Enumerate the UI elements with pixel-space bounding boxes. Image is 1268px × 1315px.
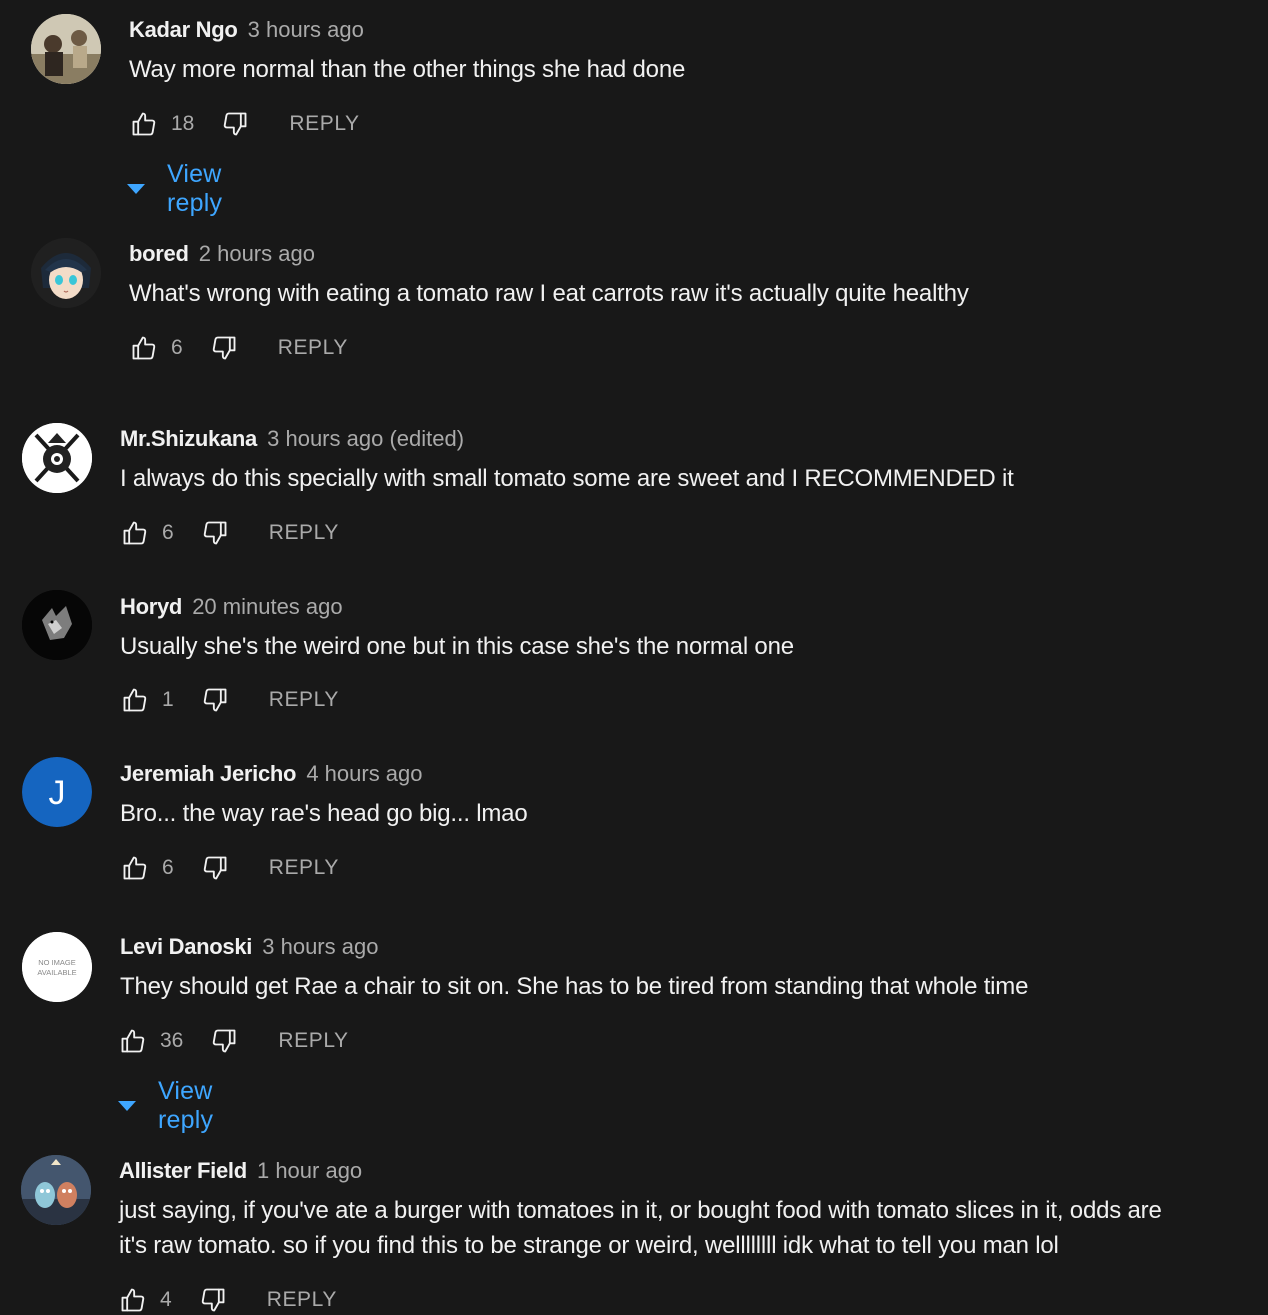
reply-button[interactable]: REPLY [289, 112, 359, 136]
like-button[interactable] [118, 1026, 148, 1056]
avatar[interactable] [21, 1155, 91, 1225]
thumbs-down-icon [213, 1029, 236, 1053]
comment-actions: 36 REPLY [118, 1026, 349, 1056]
dislike-button[interactable] [198, 1285, 228, 1315]
like-count: 6 [171, 336, 183, 359]
comment-timestamp[interactable]: 3 hours ago [267, 426, 383, 451]
thumbs-up-icon [123, 521, 147, 545]
reply-button[interactable]: REPLY [269, 521, 339, 545]
comment-actions: 1 REPLY [120, 685, 339, 715]
like-count: 1 [162, 688, 174, 711]
thumbs-up-icon [121, 1029, 145, 1053]
comment-text: Bro... the way rae's head go big... lmao [120, 800, 528, 827]
comment-actions: 6 REPLY [120, 518, 339, 548]
dislike-button[interactable] [209, 333, 239, 363]
avatar[interactable] [31, 14, 101, 84]
like-button[interactable] [129, 109, 159, 139]
avatar[interactable]: NO IMAGE AVAILABLE [22, 932, 92, 1002]
comment-text: Way more normal than the other things sh… [129, 56, 686, 83]
like-button[interactable] [120, 853, 150, 883]
comment-timestamp[interactable]: 20 minutes ago [192, 594, 342, 619]
dislike-button[interactable] [200, 518, 230, 548]
comment-timestamp[interactable]: 3 hours ago [248, 17, 364, 42]
no-image-text: AVAILABLE [37, 968, 76, 977]
avatar[interactable] [22, 590, 92, 660]
view-reply-button[interactable]: View reply [118, 1077, 213, 1135]
comment-actions: 4 REPLY [118, 1285, 337, 1315]
thumbs-up-icon [132, 336, 156, 360]
caret-down-icon [127, 184, 145, 194]
comment-author[interactable]: Levi Danoski [120, 934, 252, 959]
thumbs-down-icon [203, 521, 227, 545]
comment-actions: 6 REPLY [120, 853, 339, 883]
comment-author[interactable]: Horyd [120, 594, 182, 619]
comment-timestamp[interactable]: 4 hours ago [306, 761, 422, 786]
no-image-text: NO IMAGE [38, 958, 76, 967]
view-reply-button[interactable]: View reply [127, 160, 222, 218]
comment-author[interactable]: Jeremiah Jericho [120, 761, 296, 786]
comment-text: They should get Rae a chair to sit on. S… [120, 973, 1029, 1000]
comment-author[interactable]: Kadar Ngo [129, 17, 238, 42]
like-button[interactable] [129, 333, 159, 363]
avatar[interactable] [22, 423, 92, 493]
like-count: 18 [171, 112, 195, 135]
dislike-button[interactable] [200, 685, 230, 715]
view-reply-label: View reply [158, 1077, 214, 1134]
comment-text: I always do this specially with small to… [120, 465, 1014, 492]
dislike-button[interactable] [220, 109, 250, 139]
comment-author[interactable]: bored [129, 241, 189, 266]
like-button[interactable] [120, 518, 150, 548]
like-count: 6 [162, 521, 174, 544]
comment-actions: 18 REPLY [129, 109, 360, 139]
reply-button[interactable]: REPLY [278, 1029, 348, 1053]
comment-text: Usually she's the weird one but in this … [120, 633, 794, 660]
view-reply-label: View reply [167, 160, 223, 217]
comment-timestamp[interactable]: 2 hours ago [199, 241, 315, 266]
thumbs-down-icon [224, 112, 247, 136]
comment-text: What's wrong with eating a tomato raw I … [129, 280, 969, 307]
thumbs-up-icon [123, 688, 147, 712]
thumbs-up-icon [123, 856, 147, 880]
like-count: 36 [160, 1029, 184, 1052]
edited-label: (edited) [389, 426, 465, 451]
comment-author[interactable]: Mr.Shizukana [120, 426, 257, 451]
comment-author[interactable]: Allister Field [119, 1158, 247, 1183]
avatar[interactable]: J [22, 757, 92, 827]
dislike-button[interactable] [200, 853, 230, 883]
thumbs-down-icon [212, 336, 236, 360]
like-button[interactable] [120, 685, 150, 715]
reply-button[interactable]: REPLY [269, 856, 339, 880]
thumbs-up-icon [132, 112, 156, 136]
dislike-button[interactable] [209, 1026, 239, 1056]
reply-button[interactable]: REPLY [278, 336, 348, 360]
thumbs-down-icon [203, 856, 227, 880]
like-button[interactable] [118, 1285, 148, 1315]
avatar-letter: J [49, 774, 66, 812]
comment-timestamp[interactable]: 1 hour ago [257, 1158, 362, 1183]
reply-button[interactable]: REPLY [267, 1288, 337, 1312]
caret-down-icon [118, 1101, 136, 1111]
comment-text: just saying, if you've ate a burger with… [119, 1197, 1162, 1259]
thumbs-down-icon [203, 688, 227, 712]
comment-timestamp[interactable]: 3 hours ago [262, 934, 378, 959]
avatar[interactable] [31, 238, 101, 308]
reply-button[interactable]: REPLY [269, 688, 339, 712]
like-count: 4 [160, 1288, 172, 1311]
like-count: 6 [162, 856, 174, 879]
comment-actions: 6 REPLY [129, 333, 348, 363]
